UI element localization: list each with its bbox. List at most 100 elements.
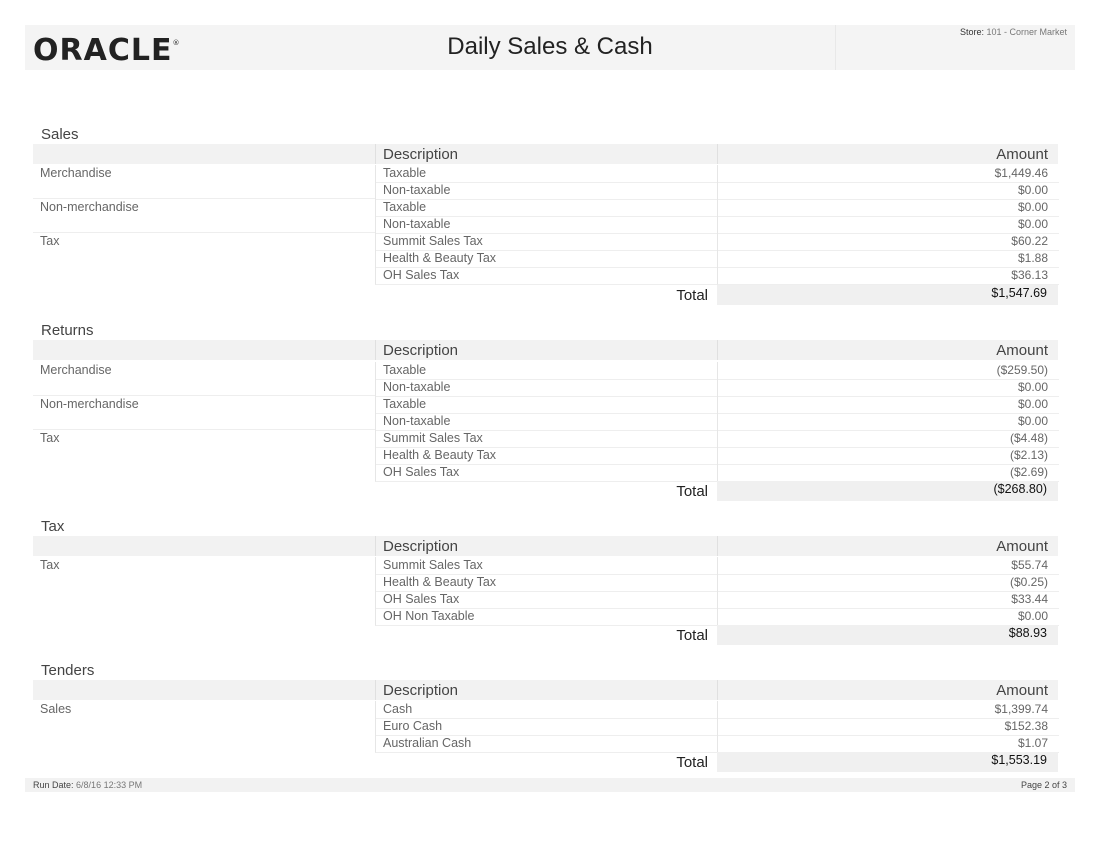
row-category: Merchandise (40, 166, 112, 180)
table-header: Description Amount (33, 340, 1058, 360)
table-header: Description Amount (33, 144, 1058, 164)
row-description: Summit Sales Tax (383, 558, 483, 572)
store-value: 101 - Corner Market (986, 27, 1067, 37)
table-row: Non-taxable $0.00 (33, 413, 1059, 431)
total-label: Total (676, 754, 708, 771)
row-category: Non-merchandise (40, 397, 139, 411)
section-title: Returns (41, 322, 94, 339)
row-amount: $1.88 (1017, 251, 1048, 265)
row-description: OH Non Taxable (383, 609, 475, 623)
row-description: Euro Cash (383, 719, 443, 733)
total-row: Total $1,553.19 (33, 752, 1058, 772)
row-amount: $1,449.46 (994, 166, 1048, 180)
table-row: Tax Summit Sales Tax ($4.48) (33, 429, 1059, 448)
row-description: Taxable (383, 397, 427, 411)
row-description: Taxable (383, 200, 427, 214)
total-label: Total (676, 483, 708, 500)
store-info: Store: 101 - Corner Market (960, 27, 1067, 37)
row-description: Health & Beauty Tax (383, 448, 497, 462)
total-value: $88.93 (1008, 626, 1047, 640)
row-description: Summit Sales Tax (383, 234, 483, 248)
description-header: Description (383, 146, 459, 163)
table-row: Merchandise Taxable ($259.50) (33, 362, 1059, 380)
amount-header: Amount (996, 342, 1048, 359)
run-date-label: Run Date: (33, 780, 74, 790)
table-row: Tax Summit Sales Tax $55.74 (33, 557, 1059, 575)
row-description: Non-taxable (383, 183, 451, 197)
run-date-value: 6/8/16 12:33 PM (76, 780, 143, 790)
table-row: Non-merchandise Taxable $0.00 (33, 395, 1059, 414)
table-row: OH Sales Tax ($2.69) (33, 464, 1059, 482)
row-category: Sales (40, 702, 72, 716)
row-description: Summit Sales Tax (383, 431, 483, 445)
row-amount: ($2.69) (1009, 465, 1048, 479)
amount-header: Amount (996, 538, 1048, 555)
run-date: Run Date: 6/8/16 12:33 PM (33, 780, 142, 790)
section-title: Sales (41, 126, 79, 143)
row-amount: $152.38 (1004, 719, 1048, 733)
table-row: Euro Cash $152.38 (33, 718, 1059, 736)
row-description: Non-taxable (383, 414, 451, 428)
row-description: OH Sales Tax (383, 268, 460, 282)
row-category: Non-merchandise (40, 200, 139, 214)
report-header: ORACLE® Daily Sales & Cash Store: 101 - … (25, 25, 1075, 70)
row-description: Health & Beauty Tax (383, 575, 497, 589)
report-footer: Run Date: 6/8/16 12:33 PM Page 2 of 3 (25, 778, 1075, 792)
table-row: Health & Beauty Tax ($0.25) (33, 574, 1059, 592)
total-label: Total (676, 287, 708, 304)
row-description: Taxable (383, 166, 427, 180)
total-row: Total $88.93 (33, 625, 1058, 645)
table-row: OH Non Taxable $0.00 (33, 608, 1059, 626)
table-row: Non-taxable $0.00 (33, 216, 1059, 234)
table-row: Health & Beauty Tax $1.88 (33, 250, 1059, 268)
row-description: Cash (383, 702, 413, 716)
row-amount: $1,399.74 (994, 702, 1048, 716)
table-row: OH Sales Tax $33.44 (33, 591, 1059, 609)
section-title: Tenders (41, 662, 95, 679)
row-amount: $1.07 (1017, 736, 1048, 750)
description-header: Description (383, 342, 459, 359)
row-amount: $0.00 (1017, 397, 1048, 411)
row-amount: $0.00 (1017, 414, 1048, 428)
row-amount: ($0.25) (1009, 575, 1048, 589)
table-row: Health & Beauty Tax ($2.13) (33, 447, 1059, 465)
row-description: Non-taxable (383, 217, 451, 231)
description-header: Description (383, 538, 459, 555)
table-row: Non-taxable $0.00 (33, 379, 1059, 397)
store-label: Store: (959, 27, 984, 37)
row-amount: $0.00 (1017, 217, 1048, 231)
table-row: Non-merchandise Taxable $0.00 (33, 198, 1059, 217)
total-value: ($268.80) (993, 482, 1047, 496)
amount-header: Amount (996, 146, 1048, 163)
row-amount: ($259.50) (996, 363, 1048, 377)
page-number: Page 2 of 3 (1020, 780, 1067, 790)
row-description: Non-taxable (383, 380, 451, 394)
row-amount: $0.00 (1017, 609, 1048, 623)
table-row: Australian Cash $1.07 (33, 735, 1059, 753)
table-header: Description Amount (33, 680, 1058, 700)
table-row: OH Sales Tax $36.13 (33, 267, 1059, 285)
table-row: Tax Summit Sales Tax $60.22 (33, 232, 1059, 251)
row-amount: $0.00 (1017, 183, 1048, 197)
total-row: Total $1,547.69 (33, 285, 1058, 305)
row-amount: $33.44 (1011, 592, 1048, 606)
row-description: Taxable (383, 363, 427, 377)
row-amount: $0.00 (1017, 200, 1048, 214)
row-category: Tax (40, 558, 60, 572)
row-category: Tax (40, 234, 60, 248)
row-description: Australian Cash (383, 736, 472, 750)
total-value: $1,553.19 (991, 753, 1047, 767)
total-label: Total (676, 627, 708, 644)
row-amount: $60.22 (1011, 234, 1048, 248)
amount-header: Amount (996, 682, 1048, 699)
table-row: Sales Cash $1,399.74 (33, 701, 1059, 719)
total-row: Total ($268.80) (33, 481, 1058, 501)
row-description: OH Sales Tax (383, 592, 460, 606)
row-category: Merchandise (40, 363, 112, 377)
row-category: Tax (40, 431, 60, 445)
total-value: $1,547.69 (991, 286, 1047, 300)
row-amount: $0.00 (1017, 380, 1048, 394)
table-row: Merchandise Taxable $1,449.46 (33, 165, 1059, 183)
row-description: Health & Beauty Tax (383, 251, 497, 265)
section-title: Tax (41, 518, 65, 535)
